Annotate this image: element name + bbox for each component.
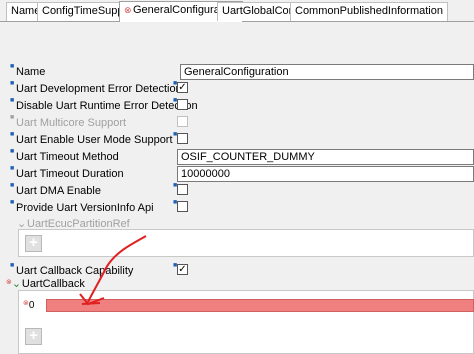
dma-enable-label: Uart DMA Enable [16,185,101,197]
name-row: ■ Name GeneralConfiguration [6,63,474,81]
tab-label: CommonPublishedInformation [295,5,443,17]
callback-index-label: 0 [28,300,35,311]
multicore-support-row: ■ Uart Multicore Support [6,114,474,132]
add-button[interactable]: + [25,235,42,252]
dma-enable-checkbox[interactable] [177,184,188,195]
dev-error-detect-label: Uart Development Error Detection [16,83,182,95]
name-label: Name [16,66,46,78]
version-info-api-row: ■ Provide Uart VersionInfo Api ■ [6,199,474,217]
uart-callback-value-field[interactable] [46,299,474,312]
chevron-down-icon: ⌄ [11,278,22,290]
disable-runtime-error-label: Disable Uart Runtime Error Detection [16,100,198,112]
timeout-method-label: Uart Timeout Method [16,151,119,163]
user-mode-support-label: Uart Enable User Mode Support [16,134,173,146]
tab-common-published-information[interactable]: CommonPublishedInformation [290,2,448,21]
version-info-api-checkbox[interactable] [177,201,188,212]
callback-capability-checkbox[interactable]: ✓ [177,264,188,275]
tab-label: Name [11,5,41,17]
dma-enable-row: ■ Uart DMA Enable ■ [6,182,474,200]
uart-callback-label: UartCallback [21,278,85,290]
dev-error-detect-checkbox[interactable]: ✓ [177,82,188,93]
timeout-method-field[interactable]: OSIF_COUNTER_DUMMY [177,149,474,165]
disable-runtime-error-checkbox[interactable] [177,99,188,110]
dev-error-detect-row: ■ Uart Development Error Detection ■ ✓ [6,80,474,98]
add-button[interactable]: + [25,328,42,345]
callback-index: ⊗0 [23,299,34,311]
timeout-duration-label: Uart Timeout Duration [16,168,124,180]
timeout-method-row: ■ Uart Timeout Method OSIF_COUNTER_DUMMY [6,148,474,166]
name-field[interactable]: GeneralConfiguration [180,64,474,80]
disable-runtime-error-row: ■ Disable Uart Runtime Error Detection ■ [6,97,474,115]
user-mode-support-checkbox[interactable] [177,133,188,144]
timeout-duration-row: ■ Uart Timeout Duration 10000000 [6,165,474,183]
multicore-support-checkbox [177,116,188,127]
uart-callback-header[interactable]: ⊗⌄UartCallback [6,277,85,290]
user-mode-support-row: ■ Uart Enable User Mode Support ■ [6,131,474,149]
multicore-support-label: Uart Multicore Support [16,117,127,129]
version-info-api-label: Provide Uart VersionInfo Api [16,202,154,214]
tab-bar: Name ConfigTimeSupport ⊗GeneralConfigura… [0,0,474,22]
error-icon: ⊗ [124,5,132,15]
timeout-duration-field[interactable]: 10000000 [177,166,474,182]
ecuc-partition-ref-box: + [18,229,474,257]
callback-capability-label: Uart Callback Capability [16,265,134,277]
